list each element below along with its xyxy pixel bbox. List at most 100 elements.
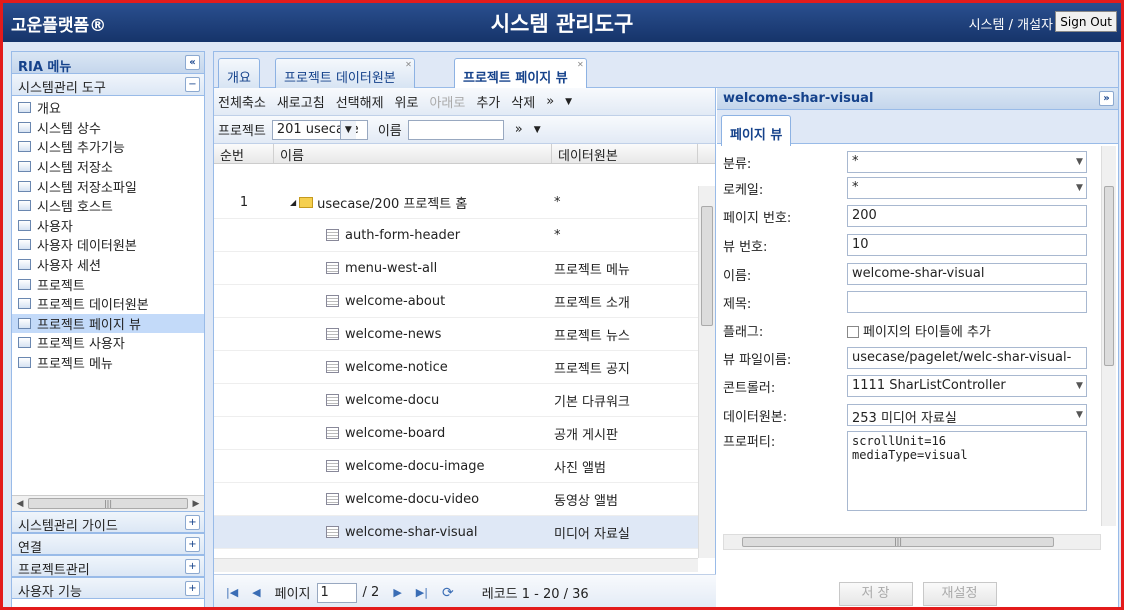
- scroll-left-icon[interactable]: ◀: [12, 496, 28, 512]
- last-page-icon[interactable]: ▶|: [416, 586, 428, 599]
- tab-page-view[interactable]: 페이지 뷰: [721, 115, 792, 146]
- row-name: welcome-docu-video: [345, 491, 480, 507]
- toolbar-button[interactable]: 선택해제: [336, 92, 384, 111]
- toolbar-button[interactable]: »: [546, 94, 554, 109]
- column-header-no[interactable]: 순번: [214, 144, 274, 164]
- table-row[interactable]: menu-west-all 프로젝트 메뉴: [214, 252, 698, 285]
- chevron-down-icon[interactable]: ▼: [1076, 376, 1086, 396]
- scrollbar-thumb[interactable]: [1104, 186, 1114, 366]
- table-row[interactable]: welcome-about 프로젝트 소개: [214, 285, 698, 318]
- column-header-datasource[interactable]: 데이터원본: [552, 144, 698, 164]
- table-row[interactable]: 1 ◢ usecase/200 프로젝트 홈 *: [214, 186, 698, 219]
- expand-arrow-icon[interactable]: ◢: [290, 198, 296, 207]
- sidebar-item[interactable]: 사용자: [12, 216, 204, 236]
- flag-checkbox-wrapper[interactable]: 페이지의 타이틀에 추가: [847, 321, 991, 340]
- sidebar-item[interactable]: 프로젝트 페이지 뷰: [12, 313, 204, 334]
- field-input[interactable]: 10: [847, 234, 1087, 256]
- sidebar-item[interactable]: 시스템 저장소: [12, 157, 204, 177]
- table-row[interactable]: welcome-docu-video 동영상 앨범: [214, 483, 698, 516]
- toolbar-button[interactable]: 새로고침: [277, 92, 325, 111]
- toolbar-button[interactable]: 추가: [476, 92, 500, 111]
- reset-button[interactable]: 재설정: [922, 582, 997, 606]
- chevron-down-icon[interactable]: ▼: [534, 125, 541, 135]
- sidebar-item[interactable]: 개요: [12, 98, 204, 118]
- plus-icon[interactable]: +: [185, 559, 200, 574]
- save-button[interactable]: 저 장: [838, 582, 913, 606]
- sidebar-section-header[interactable]: 프로젝트관리 +: [12, 555, 204, 578]
- table-row[interactable]: welcome-notice 프로젝트 공지: [214, 351, 698, 384]
- field-input[interactable]: * ▼: [847, 151, 1087, 173]
- prev-page-icon[interactable]: ◀: [252, 586, 260, 599]
- sidebar-item[interactable]: 시스템 저장소파일: [12, 176, 204, 196]
- next-page-icon[interactable]: ▶: [393, 586, 401, 599]
- expand-icon[interactable]: »: [1099, 91, 1114, 106]
- grid-vertical-scrollbar[interactable]: [698, 186, 715, 558]
- chevron-down-icon[interactable]: ▼: [339, 120, 356, 139]
- field-input[interactable]: welcome-shar-visual: [847, 263, 1087, 285]
- toolbar-button[interactable]: 위로: [395, 92, 419, 111]
- sidebar-section-header[interactable]: 시스템관리 가이드 +: [12, 511, 204, 534]
- scrollbar-thumb[interactable]: [701, 206, 713, 326]
- sign-out-button[interactable]: Sign Out: [1055, 11, 1117, 32]
- sidebar-item[interactable]: 사용자 데이터원본: [12, 235, 204, 255]
- sidebar-item[interactable]: 프로젝트 사용자: [12, 333, 204, 353]
- close-icon[interactable]: ✕: [577, 60, 584, 69]
- field-input[interactable]: 1111 SharListController ▼: [847, 375, 1087, 397]
- table-row[interactable]: welcome-news 프로젝트 뉴스: [214, 318, 698, 351]
- sidebar-section-header[interactable]: 시스템관리 도구 −: [12, 74, 204, 96]
- scrollbar-thumb[interactable]: |||: [742, 537, 1054, 547]
- field-input[interactable]: usecase/pagelet/welc-shar-visual-: [847, 347, 1087, 369]
- project-select[interactable]: 201 usecase ▼: [271, 119, 368, 140]
- page-icon: [18, 337, 31, 349]
- plus-icon[interactable]: +: [185, 581, 200, 596]
- sidebar-item[interactable]: 시스템 상수: [12, 118, 204, 138]
- field-input[interactable]: 253 미디어 자료실 ▼: [847, 404, 1087, 426]
- sidebar-item[interactable]: 프로젝트 데이터원본: [12, 294, 204, 314]
- chevron-down-icon[interactable]: ▼: [1076, 178, 1086, 198]
- table-row[interactable]: welcome-shar-visual 미디어 자료실: [214, 516, 698, 549]
- field-input[interactable]: [847, 291, 1087, 313]
- minus-icon[interactable]: −: [185, 77, 200, 92]
- tab-project-page-view[interactable]: 프로젝트 페이지 뷰 ✕: [454, 58, 587, 89]
- sidebar-section-header[interactable]: 사용자 기능 +: [12, 577, 204, 600]
- checkbox[interactable]: [847, 326, 859, 338]
- field-input[interactable]: * ▼: [847, 177, 1087, 199]
- table-row[interactable]: 2usecase/300 리치 애플리케이션*: [214, 549, 698, 559]
- tab-project-datasource[interactable]: 프로젝트 데이터원본 ✕: [275, 58, 415, 88]
- sidebar-section-header[interactable]: 연결 +: [12, 533, 204, 556]
- sidebar-item[interactable]: 프로젝트 메뉴: [12, 353, 204, 373]
- page-number-input[interactable]: 1: [316, 582, 357, 603]
- properties-textarea[interactable]: scrollUnit=16 mediaType=visual: [847, 431, 1087, 511]
- collapse-icon[interactable]: «: [185, 55, 200, 70]
- plus-icon[interactable]: +: [185, 515, 200, 530]
- sidebar-item-label: 시스템 상수: [37, 121, 101, 137]
- refresh-icon[interactable]: ⟳: [442, 585, 454, 601]
- sidebar-item[interactable]: 프로젝트: [12, 274, 204, 294]
- table-row[interactable]: welcome-docu-image 사진 앨범: [214, 450, 698, 483]
- scroll-right-icon[interactable]: ▶: [188, 496, 204, 512]
- form-vertical-scrollbar[interactable]: [1101, 146, 1116, 526]
- toolbar-button[interactable]: 삭제: [511, 92, 535, 111]
- column-header-name[interactable]: 이름: [274, 144, 552, 164]
- sidebar-scrollbar[interactable]: ◀ ||| ▶: [12, 495, 204, 511]
- toolbar-button[interactable]: 전체축소: [218, 92, 266, 111]
- chevron-down-icon[interactable]: ▼: [1076, 152, 1086, 172]
- table-row[interactable]: auth-form-header *: [214, 219, 698, 252]
- name-search-input[interactable]: [407, 119, 504, 140]
- scrollbar-thumb[interactable]: |||: [28, 498, 188, 509]
- sidebar-item[interactable]: 시스템 추가기능: [12, 137, 204, 157]
- plus-icon[interactable]: +: [185, 537, 200, 552]
- sidebar-item[interactable]: 사용자 세션: [12, 255, 204, 275]
- close-icon[interactable]: ✕: [405, 60, 412, 69]
- form-horizontal-scrollbar[interactable]: |||: [723, 534, 1101, 550]
- chevron-down-icon[interactable]: ▼: [1076, 405, 1086, 425]
- sidebar-item[interactable]: 시스템 호스트: [12, 196, 204, 216]
- chevron-down-icon[interactable]: ▼: [565, 97, 572, 107]
- table-row[interactable]: welcome-docu 기본 다큐워크: [214, 384, 698, 417]
- table-row[interactable]: welcome-board 공개 게시판: [214, 417, 698, 450]
- first-page-icon[interactable]: |◀: [226, 586, 238, 599]
- field-input[interactable]: 200: [847, 205, 1087, 227]
- more-filter-button[interactable]: »: [515, 122, 523, 137]
- grid-horizontal-scrollbar[interactable]: [214, 558, 698, 572]
- tab-overview[interactable]: 개요: [218, 58, 260, 88]
